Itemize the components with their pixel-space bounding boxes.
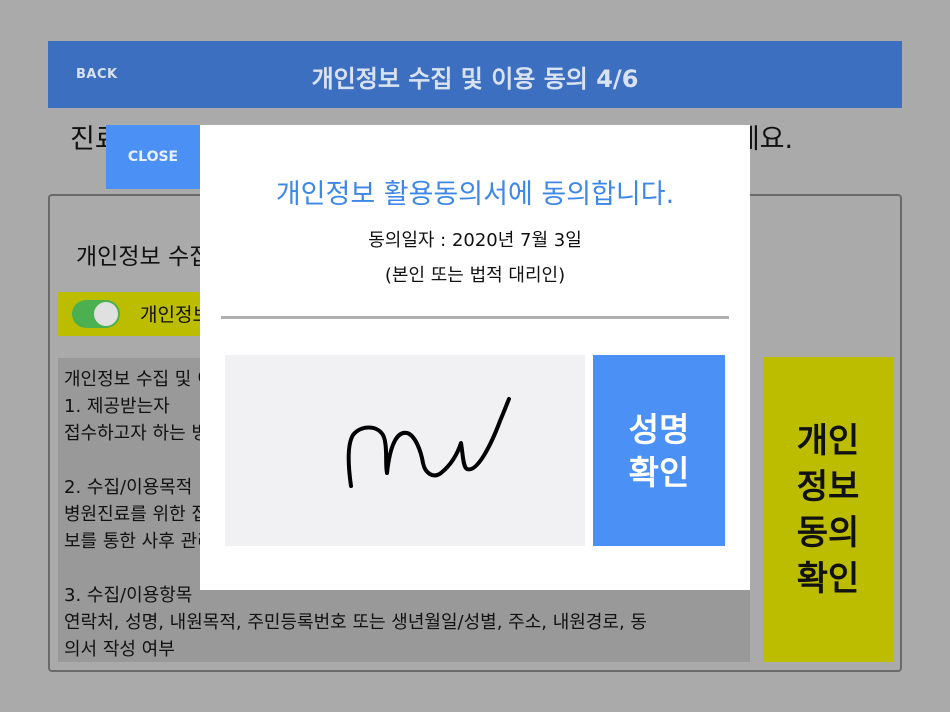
agree-toggle[interactable] bbox=[72, 300, 120, 328]
modal-title: 개인정보 활용동의서에 동의합니다. bbox=[275, 179, 675, 210]
signature-stroke bbox=[346, 397, 511, 488]
signature-pad[interactable] bbox=[225, 355, 585, 546]
page-title: 개인정보 수집 및 이용 동의 4/6 bbox=[311, 65, 639, 93]
modal-divider bbox=[221, 316, 729, 319]
close-button[interactable]: CLOSE bbox=[106, 125, 200, 189]
verify-name-button[interactable]: 성명 확인 bbox=[593, 355, 725, 546]
toggle-knob bbox=[94, 302, 118, 326]
agree-role: (본인 또는 법적 대리인) bbox=[384, 265, 566, 286]
header-bar: BACK 개인정보 수집 및 이용 동의 4/6 bbox=[48, 41, 902, 108]
privacy-confirm-button[interactable]: 개인 정보 동의 확인 bbox=[763, 357, 893, 662]
agree-date: 동의일자 : 2020년 7월 3일 bbox=[368, 230, 582, 251]
